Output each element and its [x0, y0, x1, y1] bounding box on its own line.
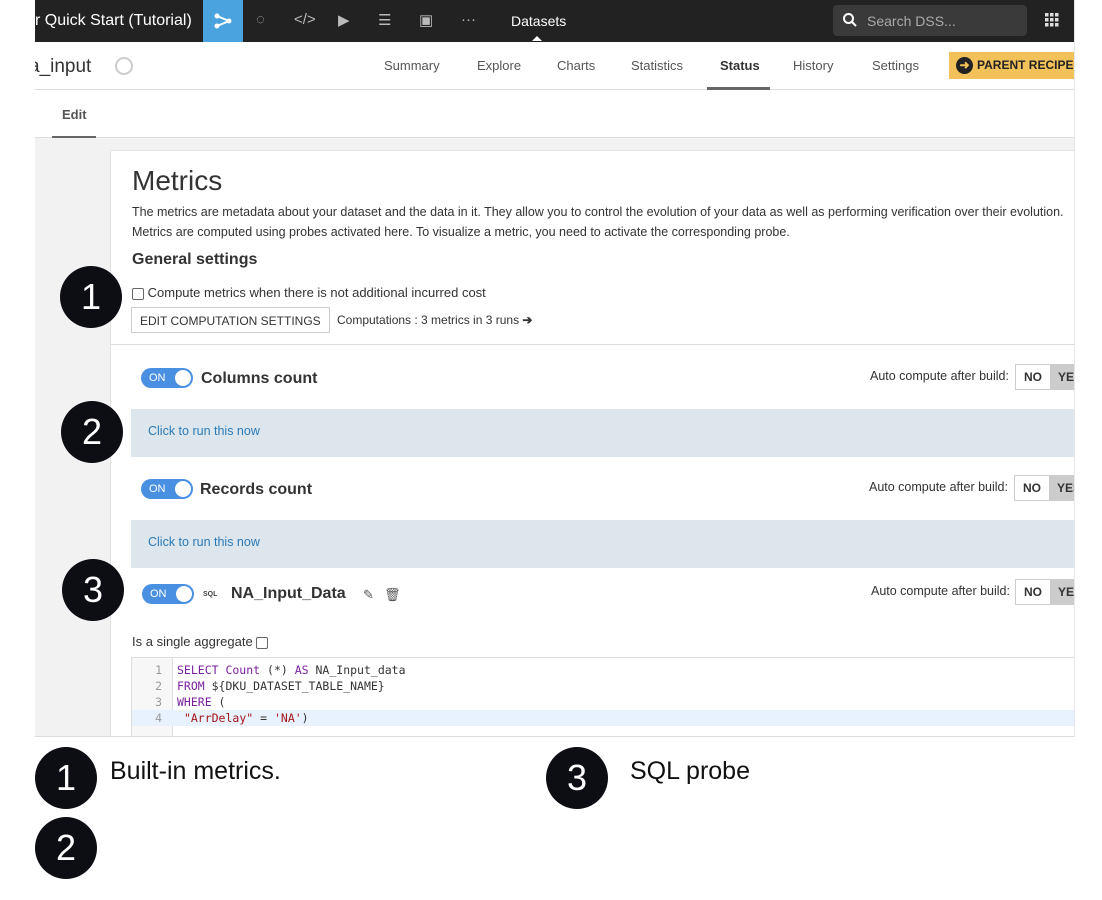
yes-option[interactable]: YES: [1049, 476, 1074, 500]
arrow-right-icon: ➔: [522, 313, 533, 327]
code-line: 4 "ArrDelay" = 'NA'): [132, 710, 1074, 726]
nav-datasets[interactable]: Datasets: [511, 13, 566, 29]
apps-grid-icon[interactable]: [1045, 13, 1059, 27]
probe-name: NA_Input_Data: [231, 585, 346, 602]
recipes-icon[interactable]: ◌: [256, 11, 265, 28]
records-count-toggle[interactable]: ON: [141, 479, 193, 499]
edit-computation-settings-button[interactable]: EDIT COMPUTATION SETTINGS: [131, 307, 330, 333]
yes-option[interactable]: YES: [1050, 365, 1074, 389]
probe-name: Records count: [200, 481, 313, 498]
code-line: 1 SELECT Count (*) AS NA_Input_data: [155, 663, 406, 677]
tab-explore[interactable]: Explore: [477, 58, 521, 73]
tab-statistics[interactable]: Statistics: [631, 58, 683, 73]
dataset-header: a_input Summary Explore Charts Statistic…: [35, 42, 1074, 90]
dataset-name: a_input: [35, 56, 92, 77]
callout-badge-3: 3: [62, 559, 124, 621]
legend-note-3: SQL probe: [630, 757, 750, 785]
legend-badge-2: 2: [35, 817, 97, 879]
auto-compute-switch[interactable]: NOYES: [1015, 364, 1074, 390]
trash-icon[interactable]: 🗑: [384, 587, 401, 603]
tab-status[interactable]: Status: [720, 58, 760, 73]
parent-recipe-label: PARENT RECIPE: [977, 58, 1074, 72]
auto-compute-label: Auto compute after build:: [871, 584, 1010, 598]
no-option[interactable]: NO: [1015, 476, 1049, 500]
auto-compute-switch[interactable]: NOYES: [1015, 579, 1074, 605]
auto-compute-switch[interactable]: NOYES: [1014, 475, 1074, 501]
no-option[interactable]: NO: [1016, 365, 1050, 389]
deploy-icon[interactable]: ☰: [378, 11, 391, 29]
computations-label: Computations : 3 metrics in 3 runs: [337, 313, 520, 327]
dss-app: r Quick Start (Tutorial) ◌ </> ▶ ☰ ▣ ···…: [35, 0, 1075, 737]
single-aggregate-label: Is a single aggregate: [132, 634, 253, 649]
dataset-type-icon: [115, 57, 133, 75]
desc-line-2: Metrics are computed using probes activa…: [132, 225, 790, 239]
compute-metrics-label: Compute metrics when there is not additi…: [147, 285, 486, 300]
active-subtab-indicator: [52, 136, 96, 138]
more-icon[interactable]: ···: [461, 11, 476, 28]
compute-metrics-checkbox[interactable]: [132, 287, 144, 300]
sql-tag: SQL: [203, 591, 218, 598]
legend-note-1: Built-in metrics.: [110, 757, 281, 785]
code-line: 2 FROM ${DKU_DATASET_TABLE_NAME}: [155, 679, 385, 693]
subtab-bar: Edit: [35, 90, 1074, 138]
desc-line-1: The metrics are metadata about your data…: [132, 205, 1064, 219]
dashboard-icon[interactable]: ▣: [419, 11, 433, 29]
run-icon[interactable]: ▶: [338, 11, 350, 29]
tab-history[interactable]: History: [793, 58, 833, 73]
run-now-link[interactable]: Click to run this now: [148, 535, 260, 549]
legend-badge-3: 3: [546, 747, 608, 809]
metrics-panel: Metrics The metrics are metadata about y…: [110, 150, 1074, 736]
metrics-description: The metrics are metadata about your data…: [132, 202, 1064, 242]
top-navbar: r Quick Start (Tutorial) ◌ </> ▶ ☰ ▣ ···…: [35, 0, 1074, 42]
auto-compute-label: Auto compute after build:: [870, 369, 1009, 383]
sql-probe-toggle[interactable]: ON: [142, 584, 194, 604]
run-now-bar: Click to run this now: [131, 409, 1074, 457]
search-icon: [843, 13, 857, 27]
single-aggregate-option: Is a single aggregate: [132, 634, 269, 649]
auto-compute-label: Auto compute after build:: [869, 480, 1008, 494]
code-line: 3 WHERE (: [155, 695, 226, 709]
page-title: Metrics: [132, 165, 223, 196]
callout-badge-2: 2: [61, 401, 123, 463]
single-aggregate-checkbox[interactable]: [256, 636, 269, 649]
no-option[interactable]: NO: [1016, 580, 1050, 604]
parent-recipe-button[interactable]: ➜ PARENT RECIPE: [949, 52, 1074, 79]
general-settings-heading: General settings: [132, 251, 258, 268]
flow-icon[interactable]: [203, 0, 243, 42]
tab-summary[interactable]: Summary: [384, 58, 440, 73]
subtab-edit[interactable]: Edit: [62, 107, 87, 122]
computations-link[interactable]: Computations : 3 metrics in 3 runs ➔: [337, 313, 532, 327]
run-now-link[interactable]: Click to run this now: [148, 424, 260, 438]
divider: [111, 344, 1074, 345]
tab-settings[interactable]: Settings: [872, 58, 919, 73]
sql-editor[interactable]: 1 SELECT Count (*) AS NA_Input_data 2 FROM…: [131, 657, 1074, 736]
project-title[interactable]: r Quick Start (Tutorial): [35, 12, 192, 30]
tab-charts[interactable]: Charts: [557, 58, 595, 73]
callout-badge-1: 1: [60, 266, 122, 328]
arrow-right-circle-icon: ➜: [956, 57, 973, 74]
pencil-icon[interactable]: ✎: [363, 587, 374, 603]
search-input[interactable]: Search DSS...: [833, 5, 1027, 36]
probe-name: Columns count: [201, 370, 318, 387]
search-placeholder: Search DSS...: [867, 13, 956, 29]
legend-badge-1: 1: [35, 747, 97, 809]
run-now-bar: Click to run this now: [131, 520, 1074, 568]
yes-option[interactable]: YES: [1050, 580, 1074, 604]
compute-metrics-option: Compute metrics when there is not additi…: [132, 285, 486, 300]
active-caret: [532, 36, 542, 41]
columns-count-toggle[interactable]: ON: [141, 368, 193, 388]
code-icon[interactable]: </>: [294, 11, 316, 28]
